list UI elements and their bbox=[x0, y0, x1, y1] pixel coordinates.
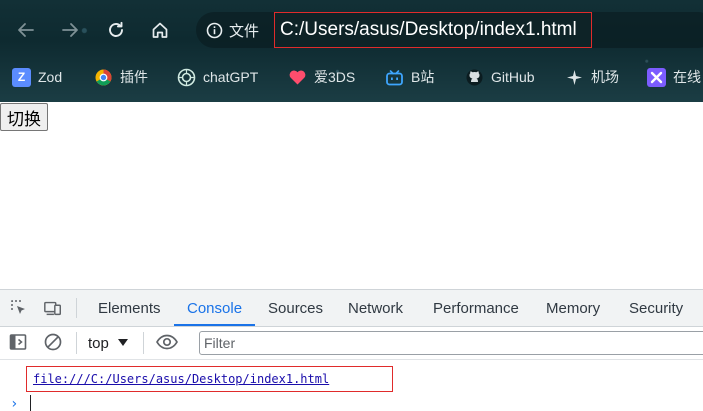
bookmark-label: 爱3DS bbox=[314, 69, 356, 85]
inspect-element-icon bbox=[11, 300, 25, 314]
live-expression-button[interactable] bbox=[155, 332, 179, 352]
context-selector-label: top bbox=[88, 334, 109, 352]
bookmarks-bar: Z Zod 插件 chatGPT 爱3DS B站 GitHub 机场 在线 bbox=[0, 62, 703, 92]
heart-icon bbox=[288, 68, 307, 87]
bookmark-airport[interactable]: 机场 bbox=[565, 62, 619, 92]
site-info-chip[interactable]: 文件 bbox=[206, 19, 259, 41]
toolbar-divider bbox=[76, 332, 77, 354]
tab-sources[interactable]: Sources bbox=[268, 290, 323, 326]
bookmark-github[interactable]: GitHub bbox=[465, 62, 535, 92]
info-icon bbox=[206, 22, 223, 38]
chevron-right-icon: › bbox=[10, 396, 19, 411]
devtools-panel: Elements Console Sources Network Perform… bbox=[0, 289, 703, 411]
toggle-button[interactable]: 切换 bbox=[0, 103, 48, 131]
bookmark-chatgpt[interactable]: chatGPT bbox=[177, 62, 258, 92]
show-sidebar-button[interactable] bbox=[8, 332, 28, 352]
device-toggle-icon bbox=[44, 301, 61, 316]
bookmark-bilibili[interactable]: B站 bbox=[385, 62, 434, 92]
zod-icon: Z bbox=[12, 67, 31, 87]
devtools-tab-bar: Elements Console Sources Network Perform… bbox=[0, 290, 703, 327]
tab-security[interactable]: Security bbox=[629, 290, 683, 326]
browser-window: 文件 C:/Users/asus/Desktop/index1.html Z Z… bbox=[0, 0, 703, 411]
bookmark-plugins[interactable]: 插件 bbox=[94, 62, 148, 92]
bookmark-ai3ds[interactable]: 爱3DS bbox=[288, 62, 355, 92]
device-toolbar-button[interactable] bbox=[43, 298, 63, 318]
sidebar-toggle-icon bbox=[9, 334, 27, 350]
bilibili-icon bbox=[385, 68, 404, 87]
tab-elements[interactable]: Elements bbox=[98, 290, 161, 326]
console-toolbar: top bbox=[0, 327, 703, 360]
bookmark-label: GitHub bbox=[491, 69, 535, 85]
address-bar[interactable]: C:/Users/asus/Desktop/index1.html bbox=[274, 12, 592, 48]
tab-memory[interactable]: Memory bbox=[546, 290, 600, 326]
console-output-link[interactable]: file:///C:/Users/asus/Desktop/index1.htm… bbox=[33, 372, 329, 386]
x-logo-icon bbox=[647, 67, 666, 87]
openai-icon bbox=[177, 68, 196, 87]
browser-toolbar: 文件 C:/Users/asus/Desktop/index1.html Z Z… bbox=[0, 0, 703, 102]
arrow-right-icon bbox=[62, 23, 78, 37]
sparkle-icon bbox=[565, 68, 584, 87]
bookmark-online[interactable]: 在线 bbox=[647, 62, 701, 92]
url-text: C:/Users/asus/Desktop/index1.html bbox=[280, 19, 577, 40]
bookmark-label: 在线 bbox=[673, 69, 701, 85]
home-button[interactable] bbox=[145, 15, 175, 45]
extension-store-icon bbox=[94, 68, 113, 87]
bookmark-label: Zod bbox=[38, 69, 63, 85]
toolbar-divider bbox=[76, 298, 77, 318]
bookmark-label: 机场 bbox=[591, 69, 619, 85]
console-filter-input[interactable] bbox=[199, 331, 703, 355]
bookmark-label: B站 bbox=[411, 69, 435, 85]
github-icon bbox=[465, 68, 484, 87]
tab-console[interactable]: Console bbox=[173, 290, 256, 326]
reload-button[interactable] bbox=[101, 15, 131, 45]
bookmark-zod[interactable]: Z Zod bbox=[12, 62, 62, 92]
bookmark-label: chatGPT bbox=[203, 69, 259, 85]
home-icon bbox=[152, 22, 168, 38]
clear-console-button[interactable] bbox=[43, 332, 63, 352]
triangle-down-icon bbox=[117, 339, 128, 346]
clear-console-icon bbox=[44, 333, 62, 351]
site-info-label: 文件 bbox=[229, 22, 260, 40]
tab-network[interactable]: Network bbox=[348, 290, 403, 326]
eye-icon bbox=[156, 334, 178, 350]
bookmark-label: 插件 bbox=[120, 69, 148, 85]
console-message: file:///C:/Users/asus/Desktop/index1.htm… bbox=[26, 366, 393, 392]
toolbar-divider bbox=[143, 332, 144, 354]
context-selector[interactable]: top bbox=[88, 332, 128, 354]
inspect-element-button[interactable] bbox=[9, 298, 29, 318]
arrow-left-icon bbox=[18, 23, 34, 37]
back-button[interactable] bbox=[11, 15, 41, 45]
tab-performance[interactable]: Performance bbox=[433, 290, 519, 326]
console-prompt-input[interactable] bbox=[30, 395, 31, 411]
forward-button[interactable] bbox=[55, 15, 85, 45]
reload-icon bbox=[109, 21, 123, 37]
